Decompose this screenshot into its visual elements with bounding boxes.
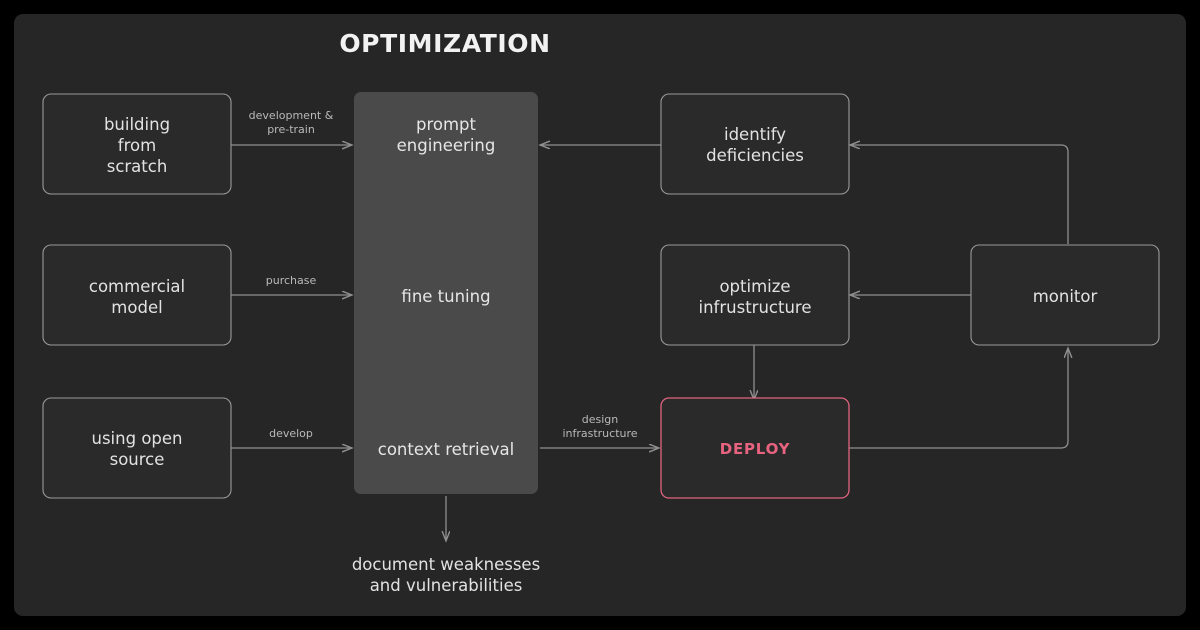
panel-item-prompt-engineering-line1: prompt <box>416 115 477 134</box>
node-building-from-scratch[interactable]: building from scratch <box>42 93 232 195</box>
node-deploy-label: DEPLOY <box>720 440 791 458</box>
optimization-flow-diagram: OPTIMIZATION building from scratch comme… <box>42 29 1160 595</box>
node-building-from-scratch-line3: scratch <box>107 157 168 176</box>
edge-label-design-infrastructure-line2: infrastructure <box>562 427 637 440</box>
node-identify-deficiencies-line2: deficiencies <box>706 146 804 165</box>
node-using-open-source-box[interactable] <box>42 397 232 499</box>
panel-item-prompt-engineering-line2: engineering <box>397 136 496 155</box>
document-weaknesses-line2: and vulnerabilities <box>370 576 523 595</box>
node-using-open-source[interactable]: using open source <box>42 397 232 499</box>
edge-label-development-pre-train: development & pre-train <box>249 109 334 136</box>
node-identify-deficiencies-box[interactable] <box>660 93 850 195</box>
node-using-open-source-line2: source <box>110 450 165 469</box>
node-commercial-model[interactable]: commercial model <box>42 244 232 346</box>
edge-label-design-infrastructure: design infrastructure <box>562 413 637 440</box>
node-optimize-infrustructure-line2: infrustructure <box>699 298 812 317</box>
node-optimize-infrustructure-line1: optimize <box>719 277 790 296</box>
page-title: OPTIMIZATION <box>339 29 550 58</box>
node-identify-deficiencies-line1: identify <box>724 125 786 144</box>
edge-monitor-to-identify <box>850 145 1069 244</box>
node-monitor[interactable]: monitor <box>970 244 1160 346</box>
edge-label-develop: develop <box>269 427 313 440</box>
node-building-from-scratch-line1: building <box>104 115 170 134</box>
node-using-open-source-line1: using open <box>92 429 183 448</box>
panel-item-context-retrieval-line1: context retrieval <box>378 440 514 459</box>
panel-item-context-retrieval[interactable]: context retrieval <box>378 440 514 459</box>
node-optimize-infrustructure[interactable]: optimize infrustructure <box>660 244 850 346</box>
panel-item-fine-tuning[interactable]: fine tuning <box>401 287 490 306</box>
edge-label-development-pre-train-line1: development & <box>249 109 334 122</box>
edge-deploy-to-monitor <box>848 348 1068 449</box>
node-monitor-label: monitor <box>1033 287 1098 306</box>
node-identify-deficiencies[interactable]: identify deficiencies <box>660 93 850 195</box>
document-weaknesses-line1: document weaknesses <box>352 555 540 574</box>
node-building-from-scratch-line2: from <box>118 136 156 155</box>
edge-label-purchase: purchase <box>266 274 317 287</box>
panel-item-fine-tuning-line1: fine tuning <box>401 287 490 306</box>
document-weaknesses-text: document weaknesses and vulnerabilities <box>352 555 540 595</box>
node-deploy[interactable]: DEPLOY <box>660 397 850 499</box>
diagram-canvas: OPTIMIZATION building from scratch comme… <box>0 0 1200 630</box>
node-commercial-model-line1: commercial <box>89 277 185 296</box>
edge-label-development-pre-train-line2: pre-train <box>267 123 315 136</box>
node-commercial-model-line2: model <box>111 298 162 317</box>
edge-label-design-infrastructure-line1: design <box>582 413 619 426</box>
